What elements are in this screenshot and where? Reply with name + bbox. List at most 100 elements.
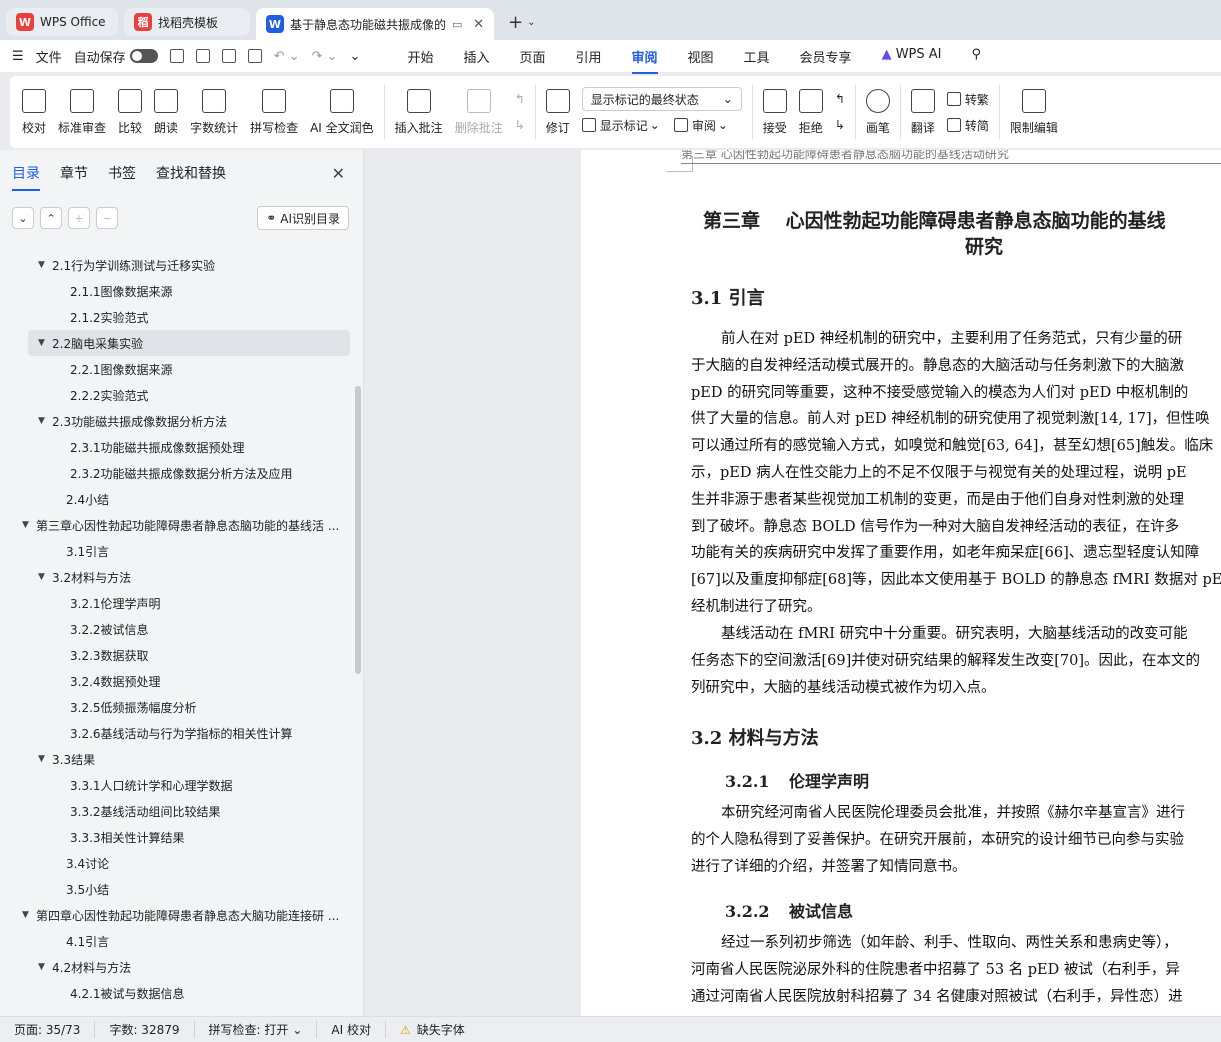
toc-item[interactable]: 2.2.2实验范式	[0, 382, 354, 408]
expand-all-icon[interactable]: ⌄	[12, 207, 34, 229]
toc-scrollbar[interactable]	[355, 386, 361, 674]
hamburger-menu-icon[interactable]: ☰	[12, 49, 24, 64]
tab-wps-office[interactable]: W WPS Office	[6, 8, 118, 36]
close-pane-icon[interactable]: ✕	[332, 164, 345, 183]
toc-item[interactable]: 2.3.1功能磁共振成像数据预处理	[0, 434, 354, 460]
close-tab-icon[interactable]: ✕	[473, 17, 484, 32]
toc-item[interactable]: 3.3.2基线活动组间比较结果	[0, 798, 354, 824]
prev-comment-icon[interactable]: ↰	[515, 86, 525, 112]
toc-item[interactable]: 3.5小结	[0, 876, 354, 902]
toc-item[interactable]: ▼ 第四章心因性勃起功能障碍患者静息态大脑功能连接研 ...	[0, 902, 354, 928]
tab-view[interactable]: 视图	[688, 47, 714, 66]
translate-button[interactable]: 翻译	[905, 80, 941, 144]
toc-item[interactable]: ▼ 3.2材料与方法	[0, 564, 354, 590]
toc-item[interactable]: 3.2.1伦理学声明	[0, 590, 354, 616]
autosave-toggle[interactable]: 自动保存	[74, 47, 158, 66]
toggle-switch-icon[interactable]	[129, 49, 158, 63]
nav-tab-sections[interactable]: 章节	[60, 163, 88, 183]
toc-item[interactable]: 3.2.6基线活动与行为学指标的相关性计算	[0, 720, 354, 746]
chevron-down-icon[interactable]: ▼	[38, 572, 52, 582]
missing-font-status[interactable]: ⚠ 缺失字体	[386, 1021, 479, 1038]
show-markup-button[interactable]: 显示标记	[600, 117, 648, 134]
revise-button[interactable]: 修订	[540, 80, 576, 144]
reject-button[interactable]: 拒绝	[793, 80, 829, 144]
restrict-edit-button[interactable]: 限制编辑	[1004, 80, 1064, 144]
tab-insert[interactable]: 插入	[463, 47, 489, 66]
toc-item[interactable]: 4.1引言	[0, 928, 354, 954]
ai-proof-status[interactable]: AI 校对	[317, 1021, 386, 1038]
toc-item[interactable]: 3.2.5低频振荡幅度分析	[0, 694, 354, 720]
document-page[interactable]: 第三章 心因性勃起功能障碍患者静息态脑功能的基线活动研究 第三章 心因性勃起功能…	[581, 150, 1221, 1016]
proofread-button[interactable]: 校对	[16, 80, 52, 144]
chevron-down-icon[interactable]: ▼	[38, 416, 52, 426]
search-icon[interactable]: ⚲	[972, 47, 982, 66]
tab-review[interactable]: 审阅	[631, 47, 658, 74]
page-indicator[interactable]: 页面: 35/73	[0, 1021, 96, 1038]
toc-item[interactable]: 2.4小结	[0, 486, 354, 512]
toc-item[interactable]: 2.1.2实验范式	[0, 304, 354, 330]
std-review-button[interactable]: 标准审查	[52, 80, 112, 144]
toc-item[interactable]: ▼ 2.1行为学训练测试与迁移实验	[0, 252, 354, 278]
tab-home[interactable]: 开始	[407, 47, 433, 66]
toc-item[interactable]: 2.2.1图像数据来源	[0, 356, 354, 382]
toc-item[interactable]: 3.1引言	[0, 538, 354, 564]
tab-tools[interactable]: 工具	[744, 47, 770, 66]
toc-item[interactable]: ▼ 3.3结果	[0, 746, 354, 772]
save-icon[interactable]	[169, 49, 184, 63]
nav-tab-toc[interactable]: 目录	[12, 163, 40, 191]
accept-button[interactable]: 接受	[757, 80, 793, 144]
toc-item[interactable]: 3.4讨论	[0, 850, 354, 876]
chevron-down-icon[interactable]: ▼	[22, 520, 36, 530]
toc-item[interactable]: 4.2.1被试与数据信息	[0, 980, 354, 1006]
tab-wps-ai[interactable]: ▲ WPS AI	[882, 47, 942, 66]
toc-item[interactable]: ▼ 2.3功能磁共振成像数据分析方法	[0, 408, 354, 434]
word-count-indicator[interactable]: 字数: 32879	[95, 1021, 195, 1038]
to-simplified-button[interactable]: 转简	[946, 112, 989, 138]
toc-item[interactable]: 3.3.1人口统计学和心理学数据	[0, 772, 354, 798]
ai-polish-button[interactable]: AI 全文润色	[304, 80, 380, 144]
chevron-down-icon[interactable]: ▼	[38, 962, 52, 972]
compare-button[interactable]: 比较	[112, 80, 148, 144]
tab-member[interactable]: 会员专享	[800, 47, 852, 66]
add-heading-icon[interactable]: +	[68, 207, 90, 229]
tab-page[interactable]: 页面	[519, 47, 545, 66]
chevron-down-icon[interactable]: ▼	[22, 910, 36, 920]
nav-tab-find-replace[interactable]: 查找和替换	[156, 163, 226, 183]
toc-item[interactable]: ▼ 2.2脑电采集实验	[28, 330, 350, 356]
export-icon[interactable]	[195, 49, 210, 63]
tab-document[interactable]: W 基于静息态功能磁共振成像的 ▭ ✕	[256, 8, 494, 40]
toc-item[interactable]: 3.2.2被试信息	[0, 616, 354, 642]
redo-icon[interactable]: ↷ ⌄	[312, 49, 338, 64]
new-tab-button[interactable]: + ⌄	[500, 8, 543, 36]
undo-icon[interactable]: ↶ ⌄	[274, 49, 300, 64]
more-chevron-icon[interactable]: ⌄	[350, 49, 361, 64]
spell-check-button[interactable]: 拼写检查	[244, 80, 304, 144]
toc-item[interactable]: ▼ 第三章心因性勃起功能障碍患者静息态脑功能的基线活 ...	[0, 512, 354, 538]
chevron-down-icon[interactable]: ▼	[38, 260, 52, 270]
tab-references[interactable]: 引用	[575, 47, 601, 66]
next-comment-icon[interactable]: ↳	[515, 112, 525, 138]
toc-item[interactable]: ▼ 4.2材料与方法	[0, 954, 354, 980]
spell-check-status[interactable]: 拼写检查: 打开 ⌄	[195, 1021, 318, 1038]
delete-comment-button[interactable]: 删除批注	[449, 80, 509, 144]
remove-heading-icon[interactable]: −	[96, 207, 118, 229]
word-count-button[interactable]: 字数统计	[184, 80, 244, 144]
collapse-all-icon[interactable]: ⌃	[40, 207, 62, 229]
toc-item[interactable]: 2.1.1图像数据来源	[0, 278, 354, 304]
read-aloud-button[interactable]: 朗读	[148, 80, 184, 144]
toc-item[interactable]: 3.3.3相关性计算结果	[0, 824, 354, 850]
tab-templates[interactable]: 稻 找稻壳模板	[124, 8, 250, 36]
nav-tab-bookmarks[interactable]: 书签	[108, 163, 136, 183]
toc-item[interactable]: 3.2.4数据预处理	[0, 668, 354, 694]
markup-state-select[interactable]: 显示标记的最终状态 ⌄	[581, 87, 742, 111]
prev-change-icon[interactable]: ↰	[835, 86, 845, 112]
review-pane-button[interactable]: 审阅	[692, 117, 716, 134]
chevron-down-icon[interactable]: ▼	[38, 338, 52, 348]
toc-item[interactable]: 2.3.2功能磁共振成像数据分析方法及应用	[0, 460, 354, 486]
ai-toc-button[interactable]: ⚭ AI识别目录	[257, 206, 349, 230]
insert-comment-button[interactable]: 插入批注	[389, 80, 449, 144]
print-preview-icon[interactable]	[247, 49, 262, 63]
pen-button[interactable]: 画笔	[860, 80, 896, 144]
next-change-icon[interactable]: ↳	[835, 112, 845, 138]
chevron-down-icon[interactable]: ▼	[38, 754, 52, 764]
